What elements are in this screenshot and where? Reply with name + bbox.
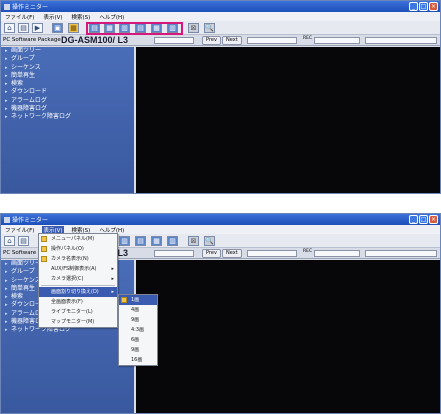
- menu-item-operation-panel[interactable]: 操作パネル(O): [39, 244, 117, 254]
- split-buttons-highlight: [86, 22, 183, 35]
- menu-item-camera-name[interactable]: カメラ名表示(N): [39, 254, 117, 264]
- sidebar-item-download[interactable]: ▸ ダウンロード: [1, 88, 134, 96]
- close-button[interactable]: ×: [429, 215, 438, 224]
- submenu-item-split-16[interactable]: 16画: [119, 355, 157, 365]
- video-viewer[interactable]: [136, 260, 440, 413]
- monitor-icon[interactable]: ▤: [18, 23, 29, 33]
- submenu-item-split-1[interactable]: 1画: [119, 295, 157, 305]
- submenu-item-split-4x3[interactable]: 4:3画: [119, 325, 157, 335]
- date-field: [247, 250, 297, 257]
- window-controls: _ □ ×: [409, 2, 438, 11]
- split-9-icon[interactable]: ▥: [119, 236, 130, 246]
- zoom-icon[interactable]: 🔍: [204, 23, 215, 33]
- package-label: PC Software Package: [3, 37, 61, 43]
- rec-label: REC: [303, 249, 313, 254]
- model-name: DG-ASM100/ L3: [61, 35, 129, 45]
- menu-view[interactable]: 表示(V): [42, 13, 63, 21]
- menu-file[interactable]: ファイル(F): [4, 226, 35, 234]
- status-field: [154, 250, 194, 257]
- split-wide-icon[interactable]: ▥: [167, 236, 178, 246]
- home-icon[interactable]: ⌂: [4, 236, 15, 246]
- menu-item-camera-select[interactable]: カメラ選択(C) ▸: [39, 274, 117, 284]
- app-window-top: 操作ミニター _ □ × ファイル(F) 表示(V) 検索(S) ヘルプ(H) …: [0, 0, 441, 194]
- check-icon: [121, 297, 127, 303]
- date-field: [247, 37, 297, 44]
- maximize-button[interactable]: □: [419, 215, 428, 224]
- sidebar-item-group[interactable]: ▸ グループ: [1, 55, 134, 63]
- menu-item-live-monitor[interactable]: ライブモニター(L): [39, 307, 117, 317]
- app-window-bottom: 操作ミニター _ □ × ファイル(F) 表示(V) 検索(S) ヘルプ(H) …: [0, 213, 441, 414]
- video-viewer[interactable]: [136, 47, 440, 193]
- sidebar-item-easy-playback[interactable]: ▸ 簡単再生: [1, 72, 134, 80]
- sidebar-item-sequence[interactable]: ▸ シーケンス: [1, 64, 134, 72]
- time-field: [314, 250, 360, 257]
- menu-bar: ファイル(F) 表示(V) 検索(S) ヘルプ(H): [1, 12, 440, 21]
- sidebar: ▸ 画面ツリー ▸ グループ ▸ シーケンス ▸ 簡単再生 ▸ 検索 ▸ ダウンロード ▸ ア…: [1, 47, 134, 193]
- check-icon: [41, 246, 47, 252]
- minimize-button[interactable]: _: [409, 2, 418, 11]
- camera-icon[interactable]: ▣: [52, 23, 63, 33]
- toolbar: ⌂ ▤ ▶ ▣ ▦ ▤ ▦ ▥ ▤ ▦ ▥ ⊠ 🔍: [1, 21, 440, 35]
- time-field: [314, 37, 360, 44]
- prev-button[interactable]: Prev: [202, 249, 221, 258]
- submenu-item-split-4[interactable]: 4画: [119, 305, 157, 315]
- title-bar: 操作ミニター _ □ ×: [1, 214, 440, 225]
- menu-file[interactable]: ファイル(F): [4, 13, 35, 21]
- app-icon: [4, 3, 10, 10]
- menu-item-aux-display[interactable]: AUX/FS制御表示(A) ▸: [39, 264, 117, 274]
- window-controls: _ □ ×: [409, 215, 438, 224]
- sidebar-item-alarm-log[interactable]: ▸ アラームログ: [1, 97, 134, 105]
- fullscreen-icon[interactable]: ⊠: [188, 23, 199, 33]
- next-button[interactable]: Next: [222, 36, 242, 45]
- menu-search[interactable]: 検索(S): [71, 13, 92, 21]
- prev-button[interactable]: Prev: [202, 36, 221, 45]
- check-icon: [41, 236, 47, 242]
- view-dropdown-menu: メニューパネル(M) 操作パネル(O) カメラ名表示(N) AUX/FS制御表示…: [38, 233, 118, 328]
- info-field: [365, 250, 437, 257]
- home-icon[interactable]: ⌂: [4, 23, 15, 33]
- window-title: 操作ミニター: [12, 4, 49, 11]
- sidebar-item-network-error-log[interactable]: ▸ ネットワーク障害ログ: [1, 113, 134, 121]
- menu-item-split-switch[interactable]: 画面割り切り換え(D) ▸: [39, 287, 117, 297]
- window-title: 操作ミニター: [12, 217, 49, 224]
- menu-separator: [41, 285, 115, 286]
- title-bar: 操作ミニター _ □ ×: [1, 1, 440, 12]
- rec-label: REC: [303, 36, 313, 41]
- menu-item-menu-panel[interactable]: メニューパネル(M): [39, 234, 117, 244]
- minimize-button[interactable]: _: [409, 215, 418, 224]
- close-button[interactable]: ×: [429, 2, 438, 11]
- header-bar: PC Software Package DG-ASM100/ L3 Prev N…: [1, 35, 440, 46]
- monitor-icon[interactable]: ▤: [18, 236, 29, 246]
- app-icon: [4, 216, 10, 223]
- status-field: [154, 37, 194, 44]
- next-button[interactable]: Next: [222, 249, 242, 258]
- menu-item-fullscreen[interactable]: 全画面表示(F): [39, 297, 117, 307]
- zoom-icon[interactable]: 🔍: [204, 236, 215, 246]
- submenu-arrow-icon: ▸: [111, 289, 114, 295]
- submenu-arrow-icon: ▸: [111, 276, 114, 282]
- split-16-icon[interactable]: ▦: [151, 236, 162, 246]
- info-field: [365, 37, 437, 44]
- submenu-item-split-9b[interactable]: 9画: [119, 345, 157, 355]
- split-submenu: 1画 4画 9画 4:3画 6画 9画 16画: [118, 294, 158, 366]
- check-icon: [41, 256, 47, 262]
- menu-help[interactable]: ヘルプ(H): [98, 13, 125, 21]
- submenu-item-split-6[interactable]: 6画: [119, 335, 157, 345]
- submenu-item-split-9[interactable]: 9画: [119, 315, 157, 325]
- submenu-arrow-icon: ▸: [111, 266, 114, 272]
- folder-icon[interactable]: ▦: [68, 23, 79, 33]
- split-13-icon[interactable]: ▤: [135, 236, 146, 246]
- menu-item-map-monitor[interactable]: マップモニター(M): [39, 317, 117, 327]
- fullscreen-icon[interactable]: ⊠: [188, 236, 199, 246]
- maximize-button[interactable]: □: [419, 2, 428, 11]
- play-icon[interactable]: ▶: [32, 23, 43, 33]
